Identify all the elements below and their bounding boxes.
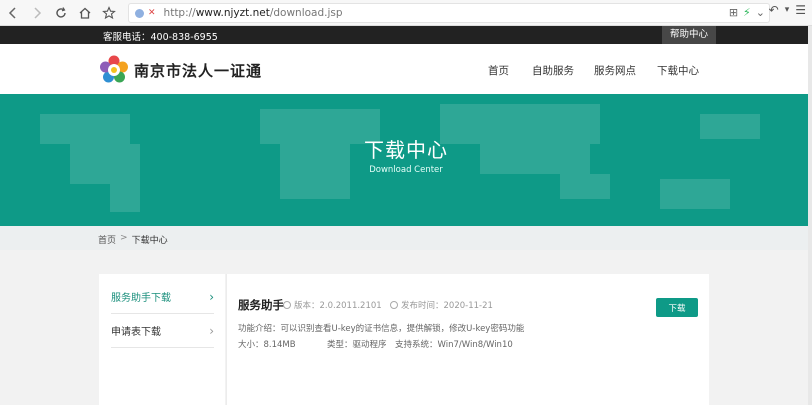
download-list: 服务助手 版本：2.0.2011.2101 发布时间：2020-11-21 功能… (226, 274, 709, 405)
breadcrumb-current: 下载中心 (131, 236, 168, 246)
url-scheme: http:// (163, 7, 196, 19)
menu-icon[interactable]: ☰ (795, 3, 806, 17)
undo-icon[interactable]: ↶ (769, 3, 779, 17)
hero-banner: 下载中心 Download Center (0, 94, 812, 226)
page-scrollbar[interactable] (808, 26, 812, 405)
help-center-link[interactable]: 帮助中心 (662, 26, 717, 44)
info-icon (283, 301, 291, 309)
top-strip: 客服电话：400-838-6955 帮助中心 (0, 26, 812, 44)
chevron-right-icon: › (209, 323, 214, 338)
sidebar-item-service-assistant[interactable]: 服务助手下载 › (111, 280, 214, 314)
clock-icon (390, 301, 398, 309)
site-header: 南京市法人一证通 首页 自助服务 服务网点 下载中心 (0, 44, 812, 94)
home-icon[interactable] (74, 2, 96, 24)
breadcrumb-home[interactable]: 首页 (98, 233, 116, 246)
insecure-icon: ✕ (148, 8, 156, 18)
grid-icon[interactable]: ⊞ (729, 6, 738, 19)
address-bar[interactable]: ✕ http:// www.njyzt.net /download.jsp ⊞ … (128, 3, 770, 23)
nav-download-center[interactable]: 下载中心 (657, 63, 699, 78)
supported-systems: 支持系统：Win7/Win8/Win10 (395, 340, 513, 350)
url-host: www.njyzt.net (195, 7, 270, 19)
download-button[interactable]: 下载 (656, 298, 698, 317)
banner-title: 下载中心 (364, 138, 448, 162)
download-sidebar: 服务助手下载 › 申请表下载 › (99, 274, 225, 405)
nav-home[interactable]: 首页 (488, 63, 509, 78)
file-size: 大小：8.14MB (238, 340, 296, 350)
nav-self-service[interactable]: 自助服务 (532, 63, 574, 78)
star-icon[interactable] (98, 2, 120, 24)
download-description: 功能介绍：可以识别查看U-key的证书信息，提供解锁，修改U-key密码功能 (238, 324, 525, 334)
banner-subtitle: Download Center (369, 165, 443, 175)
url-path: /download.jsp (269, 7, 343, 19)
sidebar-item-application-forms[interactable]: 申请表下载 › (111, 314, 214, 348)
browser-toolbar: ✕ http:// www.njyzt.net /download.jsp ⊞ … (0, 0, 812, 26)
breadcrumb: 首页 > 下载中心 (0, 226, 812, 250)
chevron-down-icon[interactable]: ⌄ (756, 6, 765, 19)
back-icon[interactable] (2, 2, 24, 24)
site-logo[interactable]: 南京市法人一证通 (98, 54, 262, 86)
service-phone: 客服电话：400-838-6955 (103, 32, 218, 43)
logo-text: 南京市法人一证通 (134, 61, 263, 80)
forward-icon[interactable] (26, 2, 48, 24)
sidebar-item-label: 服务助手下载 (111, 293, 171, 304)
site-info-icon[interactable] (135, 8, 144, 18)
chevron-right-icon: › (209, 289, 214, 304)
file-type: 类型：驱动程序 (327, 340, 387, 350)
breadcrumb-separator: > (120, 233, 128, 243)
nav-service-points[interactable]: 服务网点 (594, 63, 636, 78)
release-date-info: 发布时间：2020-11-21 (390, 299, 493, 311)
download-item-title: 服务助手 (238, 298, 284, 312)
reload-icon[interactable] (50, 2, 72, 24)
bolt-icon[interactable]: ⚡ (743, 6, 751, 19)
menu-chevron-icon[interactable]: ▾ (785, 5, 790, 15)
sidebar-item-label: 申请表下载 (111, 327, 161, 338)
version-info: 版本：2.0.2011.2101 (283, 299, 382, 311)
logo-flower-icon (100, 55, 128, 83)
